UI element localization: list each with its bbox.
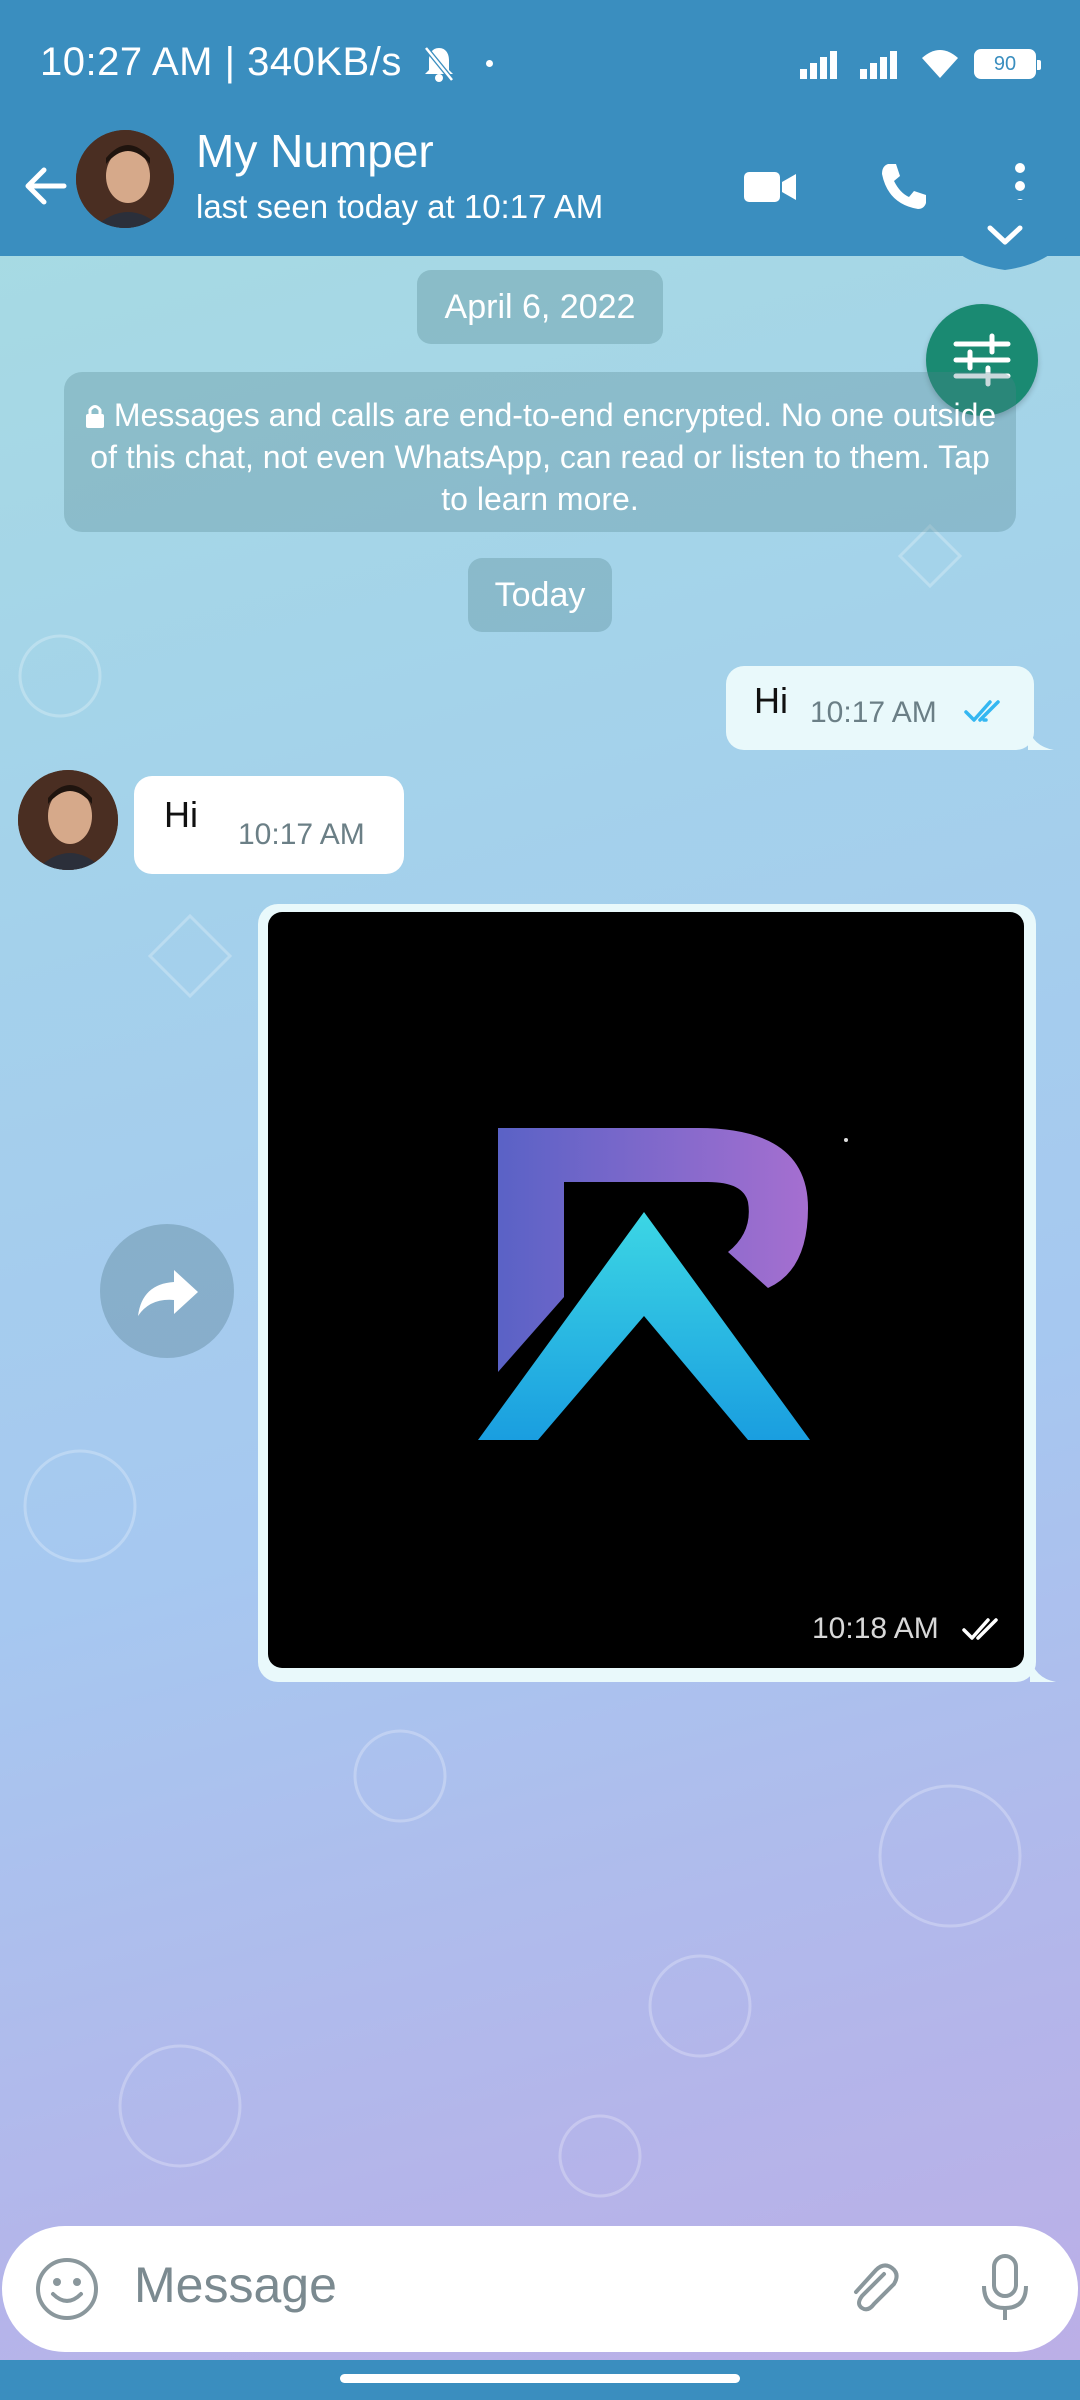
scroll-down-button[interactable] xyxy=(934,200,1076,320)
signal-icon xyxy=(800,51,837,79)
contact-name[interactable]: My Numper xyxy=(196,124,434,178)
back-arrow-icon[interactable] xyxy=(18,158,74,214)
message-bubble-image[interactable]: 10:18 AM xyxy=(258,904,1036,1682)
notification-dot xyxy=(486,60,493,67)
chat-toolbar: My Numper last seen today at 10:17 AM xyxy=(0,125,1080,256)
signal-icon-2 xyxy=(860,51,897,79)
date-separator: April 6, 2022 xyxy=(417,270,663,344)
forward-button[interactable] xyxy=(100,1224,234,1358)
image-attachment[interactable]: 10:18 AM xyxy=(268,912,1024,1668)
mic-icon[interactable] xyxy=(972,2252,1038,2326)
message-input[interactable]: Message xyxy=(134,2256,337,2314)
status-icons: 90 xyxy=(800,44,1041,84)
bubble-tail xyxy=(1028,726,1054,750)
today-separator: Today xyxy=(468,558,612,632)
forward-icon xyxy=(138,1270,198,1316)
encryption-text: Messages and calls are end-to-end encryp… xyxy=(90,397,997,517)
message-text: Hi xyxy=(164,794,198,835)
emoji-icon[interactable] xyxy=(34,2256,100,2322)
read-ticks-icon xyxy=(964,700,1000,722)
contact-avatar[interactable] xyxy=(76,130,174,228)
mute-bell-icon xyxy=(424,46,454,82)
lock-icon xyxy=(85,405,104,428)
battery-icon: 90 xyxy=(974,49,1041,79)
attach-icon[interactable] xyxy=(840,2256,906,2322)
message-text: Hi xyxy=(754,680,788,721)
video-call-icon[interactable] xyxy=(740,156,800,216)
sender-avatar[interactable] xyxy=(18,770,118,870)
encryption-notice[interactable]: Messages and calls are end-to-end encryp… xyxy=(64,372,1016,532)
message-time: 10:17 AM xyxy=(810,696,937,729)
message-composer: Message xyxy=(2,2226,1078,2352)
home-indicator[interactable] xyxy=(340,2374,740,2383)
message-bubble-outgoing[interactable]: Hi 10:17 AM xyxy=(726,666,1034,750)
status-time: 10:27 AM | 340KB/s xyxy=(40,40,402,84)
bubble-tail xyxy=(1030,1656,1056,1682)
message-time: 10:17 AM xyxy=(238,818,365,851)
delivered-ticks-icon xyxy=(962,1618,998,1640)
logo-image xyxy=(478,1128,848,1440)
message-bubble-incoming[interactable]: Hi 10:17 AM xyxy=(134,776,404,874)
phone-icon[interactable] xyxy=(874,156,934,216)
app-header: 10:27 AM | 340KB/s 90 My Numper last see… xyxy=(0,0,1080,256)
contact-last-seen: last seen today at 10:17 AM xyxy=(196,188,604,225)
wifi-icon xyxy=(922,50,958,78)
status-bar: 10:27 AM | 340KB/s 90 xyxy=(0,0,1080,130)
message-time: 10:18 AM xyxy=(812,1612,939,1645)
